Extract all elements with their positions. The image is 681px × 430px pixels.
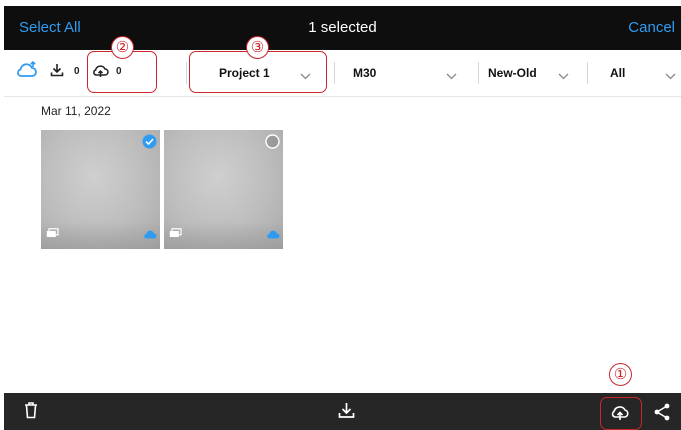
cancel-button[interactable]: Cancel [628,6,675,50]
chevron-down-icon[interactable] [665,67,676,85]
chevron-down-icon[interactable] [558,67,569,85]
trash-icon[interactable] [24,402,38,424]
download-count: 0 [74,66,80,77]
divider [334,62,335,84]
annotation-marker-2: ② [111,36,134,59]
stack-icon [169,225,182,243]
top-bar: Select All 1 selected Cancel [4,6,681,50]
date-group-label: Mar 11, 2022 [41,104,111,118]
stack-icon [46,225,59,243]
annotation-marker-1: ① [609,363,632,386]
sort-filter-label[interactable]: New-Old [488,50,537,96]
media-selection-screen: Select All 1 selected Cancel 0 0 Project… [0,0,681,430]
type-filter-label[interactable]: All [610,50,625,96]
cloud-icon [266,226,280,244]
selected-check-icon[interactable] [142,134,157,154]
bottom-action-bar [4,393,681,430]
annotation-box-1 [600,397,642,430]
divider [587,62,588,84]
download-icon[interactable] [50,63,64,82]
chevron-down-icon[interactable] [446,67,457,85]
selection-count-title: 1 selected [308,19,377,36]
unselected-circle-icon[interactable] [265,134,280,154]
annotation-marker-3: ③ [246,36,269,59]
cloud-icon [143,226,157,244]
drone-filter-label[interactable]: M30 [353,50,376,96]
media-thumbnail[interactable] [164,130,283,249]
cloud-upload-status-icon[interactable] [16,60,38,84]
share-icon[interactable] [653,403,671,426]
download-icon[interactable] [338,402,355,424]
divider [186,62,187,84]
media-thumbnail[interactable] [41,130,160,249]
divider [478,62,479,84]
